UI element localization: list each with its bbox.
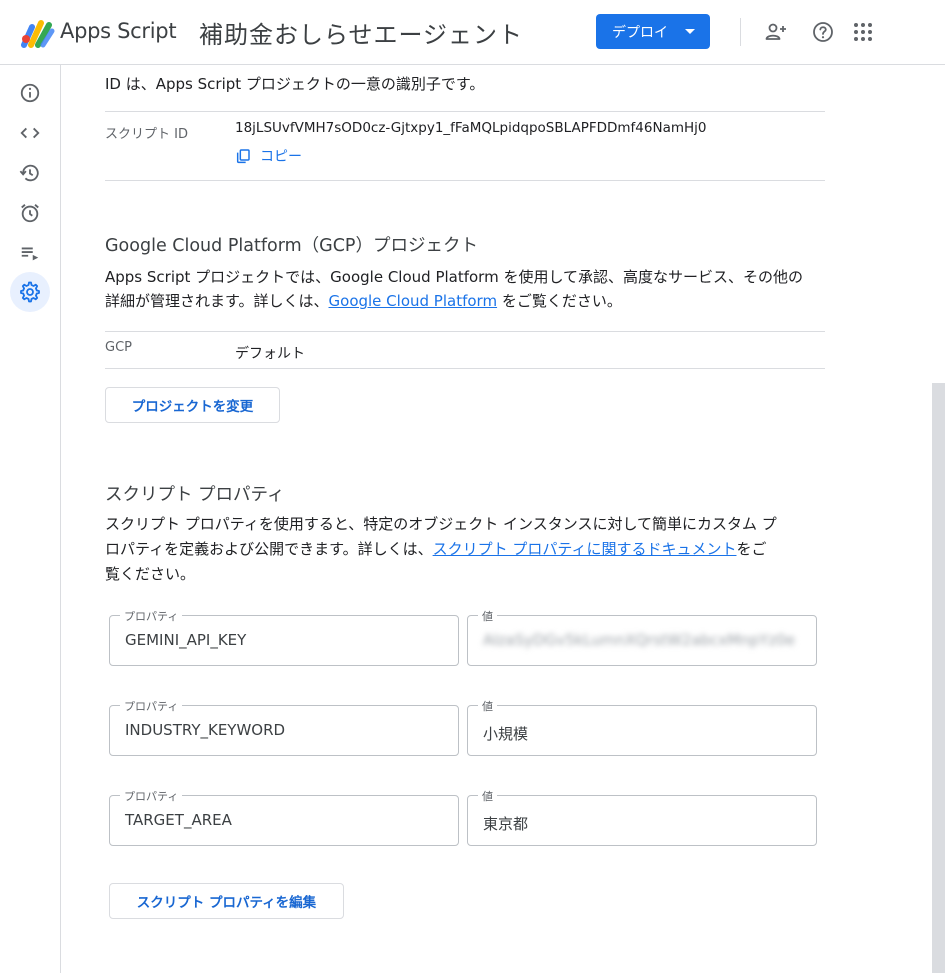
ids-description: ID は、Apps Script プロジェクトの一意の識別子です。 <box>105 75 485 93</box>
apps-script-logo-icon[interactable] <box>21 18 55 48</box>
script-properties-description-line1: スクリプト プロパティを使用すると、特定のオブジェクト インスタンスに対して簡単… <box>105 515 777 533</box>
gear-icon <box>20 281 40 303</box>
copy-script-id-button[interactable]: コピー <box>235 146 302 166</box>
property-value-label: 値 <box>478 698 497 714</box>
script-id-label: スクリプト ID <box>105 127 188 142</box>
deploy-button-label: デプロイ <box>612 24 668 41</box>
gcp-value: デフォルト <box>235 346 305 362</box>
scrollbar[interactable] <box>932 383 945 973</box>
copy-icon <box>236 149 250 164</box>
property-key-label: プロパティ <box>120 608 183 624</box>
property-value-masked: AIzaSyDGv5kLumnXQrstW2abcxMnpYz0e <box>483 631 796 649</box>
property-key-field[interactable]: プロパティ GEMINI_API_KEY <box>109 608 459 666</box>
settings-content: ID は、Apps Script プロジェクトの一意の識別子です。 スクリプト … <box>62 66 932 973</box>
property-key-value: TARGET_AREA <box>125 811 232 829</box>
sidebar-item-executions[interactable] <box>10 233 50 273</box>
property-key-value: INDUSTRY_KEYWORD <box>125 721 286 739</box>
script-properties-description-line2: ロパティを定義および公開できます。詳しくは、スクリプト プロパティに関するドキュ… <box>105 538 767 559</box>
script-properties-description-text: をご <box>736 540 767 558</box>
deploy-button[interactable]: デプロイ <box>596 14 710 49</box>
gcp-description-line2: 詳細が管理されます。詳しくは、Google Cloud Platform をご覧… <box>105 290 622 311</box>
alarm-icon <box>21 204 39 223</box>
script-id-value[interactable]: 18jLSUvfVMH7sOD0cz-Gjtxpy1_fFaMQLpidqpoS… <box>235 120 707 136</box>
caret-down-icon <box>685 29 695 34</box>
property-key-label: プロパティ <box>120 788 183 804</box>
copy-label: コピー <box>260 149 302 165</box>
divider <box>105 111 825 112</box>
help-icon[interactable] <box>811 20 835 44</box>
divider <box>105 368 825 369</box>
left-nav-rail <box>0 65 61 973</box>
gcp-description-text: 詳細が管理されます。詳しくは、 <box>105 292 329 310</box>
history-icon <box>19 164 39 182</box>
change-project-button[interactable]: プロジェクトを変更 <box>105 387 280 423</box>
header-divider <box>740 18 741 46</box>
executions-icon <box>21 247 39 261</box>
top-app-bar: Apps Script 補助金おしらせエージェント デプロイ <box>0 0 945 65</box>
property-value-label: 値 <box>478 788 497 804</box>
change-project-button-label: プロジェクトを変更 <box>131 399 254 415</box>
project-title[interactable]: 補助金おしらせエージェント <box>199 15 523 50</box>
script-properties-description-line3: 覧ください。 <box>105 565 196 583</box>
sidebar-item-triggers[interactable] <box>10 193 50 233</box>
sidebar-item-editor[interactable] <box>10 113 50 153</box>
script-properties-description-text: ロパティを定義および公開できます。詳しくは、 <box>105 540 433 558</box>
gcp-description-text: をご覧ください。 <box>497 292 622 310</box>
sidebar-item-history[interactable] <box>10 153 50 193</box>
gcp-docs-link[interactable]: Google Cloud Platform <box>329 292 498 310</box>
gcp-label: GCP <box>105 340 132 355</box>
property-value-field[interactable]: 値 小規模 <box>467 698 817 756</box>
property-value-field[interactable]: 値 AIzaSyDGv5kLumnXQrstW2abcxMnpYz0e <box>467 608 817 666</box>
property-key-label: プロパティ <box>120 698 183 714</box>
edit-script-properties-button[interactable]: スクリプト プロパティを編集 <box>109 883 344 919</box>
property-value-label: 値 <box>478 608 497 624</box>
gcp-description-line1: Apps Script プロジェクトでは、Google Cloud Platfo… <box>105 268 804 286</box>
property-key-field[interactable]: プロパティ INDUSTRY_KEYWORD <box>109 698 459 756</box>
divider <box>105 331 825 332</box>
sidebar-item-overview[interactable] <box>10 73 50 113</box>
apps-grid-icon[interactable] <box>851 20 875 44</box>
property-value-text: 東京都 <box>483 815 529 833</box>
person-add-icon[interactable] <box>764 20 788 44</box>
divider <box>105 180 825 181</box>
script-properties-docs-link[interactable]: スクリプト プロパティに関するドキュメント <box>433 540 737 558</box>
brand-name[interactable]: Apps Script <box>60 19 177 43</box>
property-key-value: GEMINI_API_KEY <box>125 631 247 649</box>
edit-script-properties-button-label: スクリプト プロパティを編集 <box>136 895 317 911</box>
property-value-text: 小規模 <box>483 725 529 743</box>
property-value-field[interactable]: 値 東京都 <box>467 788 817 846</box>
info-icon <box>20 83 40 103</box>
script-properties-heading: スクリプト プロパティ <box>105 485 285 505</box>
sidebar-item-settings[interactable] <box>10 272 50 312</box>
code-icon <box>20 127 40 139</box>
property-key-field[interactable]: プロパティ TARGET_AREA <box>109 788 459 846</box>
gcp-heading: Google Cloud Platform（GCP）プロジェクト <box>105 236 478 256</box>
